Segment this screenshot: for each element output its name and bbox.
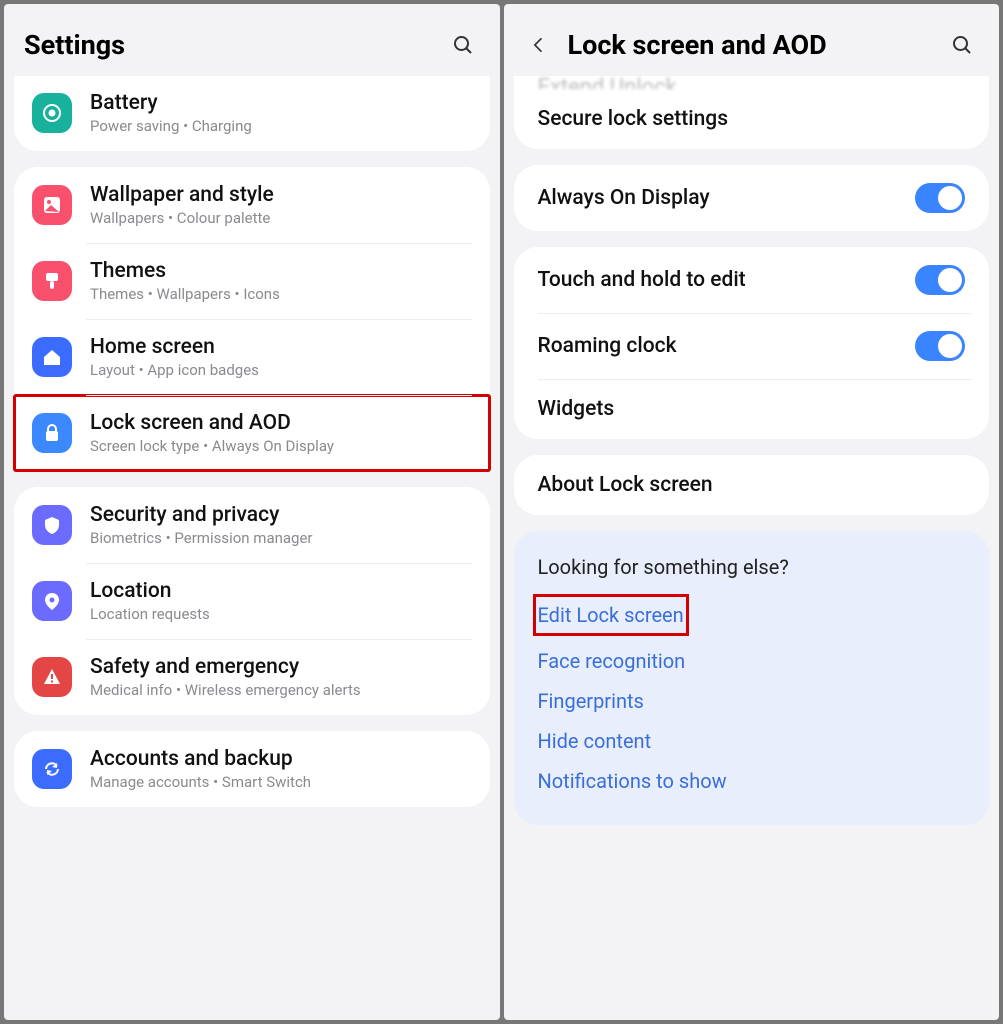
settings-group: Security and privacy Biometrics • Permiss… [14,487,490,715]
lockscreen-group: About Lock screen [514,455,990,515]
shield-icon [32,505,72,545]
settings-group: Battery Power saving • Charging [14,76,490,151]
item-label: Lock screen and AOD [90,411,472,435]
settings-group: Wallpaper and style Wallpapers • Colour p… [14,167,490,471]
chevron-left-icon [529,35,549,55]
item-text: Battery Power saving • Charging [90,91,472,135]
item-subtitle: Medical info • Wireless emergency alerts [90,681,472,699]
settings-item-wallpaper[interactable]: Wallpaper and style Wallpapers • Colour p… [14,167,490,243]
lockscreen-group: Extend Unlock Secure lock settings [514,76,990,149]
page-title: Lock screen and AOD [568,29,932,61]
lockscreen-item-secure[interactable]: Secure lock settings [514,89,990,149]
item-subtitle: Power saving • Charging [90,117,472,135]
item-text: Secure lock settings [538,107,966,131]
item-text: Lock screen and AOD Screen lock type • Al… [90,411,472,455]
item-text: Themes Themes • Wallpapers • Icons [90,259,472,303]
lockscreen-list: Extend Unlock Secure lock settings Always … [504,76,1000,1020]
item-subtitle: Themes • Wallpapers • Icons [90,285,472,303]
item-text: Touch and hold to edit [538,268,898,292]
suggestion-link-face[interactable]: Face recognition [538,641,966,681]
item-text: Home screen Layout • App icon badges [90,335,472,379]
sync-icon [32,749,72,789]
toggle-touchhold[interactable] [915,265,965,295]
item-text: Accounts and backup Manage accounts • Sma… [90,747,472,791]
image-icon [32,185,72,225]
item-label: Home screen [90,335,472,359]
settings-item-home[interactable]: Home screen Layout • App icon badges [14,319,490,395]
battery-icon [32,93,72,133]
item-label: Safety and emergency [90,655,472,679]
settings-item-battery[interactable]: Battery Power saving • Charging [14,76,490,151]
lock-icon [32,413,72,453]
item-label: Roaming clock [538,334,898,358]
lockscreen-item-touchhold[interactable]: Touch and hold to edit [514,247,990,313]
suggestion-title: Looking for something else? [538,555,966,579]
item-label: Battery [90,91,472,115]
search-icon [451,33,475,57]
lockscreen-item-widgets[interactable]: Widgets [514,379,990,439]
suggestion-link-notif[interactable]: Notifications to show [538,761,966,801]
lockscreen-item-about[interactable]: About Lock screen [514,455,990,515]
item-label: Accounts and backup [90,747,472,771]
settings-item-themes[interactable]: Themes Themes • Wallpapers • Icons [14,243,490,319]
lockscreen-header: Lock screen and AOD [504,4,1000,76]
item-text: Location Location requests [90,579,472,623]
item-text: Roaming clock [538,334,898,358]
settings-item-safety[interactable]: Safety and emergency Medical info • Wirel… [14,639,490,715]
brush-icon [32,261,72,301]
settings-item-security[interactable]: Security and privacy Biometrics • Permiss… [14,487,490,563]
item-label: Always On Display [538,186,898,210]
page-title: Settings [24,29,432,61]
search-icon [950,33,974,57]
settings-item-location[interactable]: Location Location requests [14,563,490,639]
item-subtitle: Screen lock type • Always On Display [90,437,472,455]
item-label: Touch and hold to edit [538,268,898,292]
item-text: About Lock screen [538,473,966,497]
suggestion-link-hide[interactable]: Hide content [538,721,966,761]
item-subtitle: Wallpapers • Colour palette [90,209,472,227]
item-label: Security and privacy [90,503,472,527]
item-text: Security and privacy Biometrics • Permiss… [90,503,472,547]
lockscreen-group: Always On Display [514,165,990,231]
settings-item-lockscreen[interactable]: Lock screen and AOD Screen lock type • Al… [14,395,490,471]
item-text: Safety and emergency Medical info • Wirel… [90,655,472,699]
suggestion-group: Looking for something else? Edit Lock scr… [514,531,990,825]
pin-icon [32,581,72,621]
settings-panel: Settings Battery Power saving • Charging W… [4,4,500,1020]
toggle-roaming[interactable] [915,331,965,361]
back-button[interactable] [524,30,554,60]
settings-group: Accounts and backup Manage accounts • Sma… [14,731,490,807]
item-subtitle: Manage accounts • Smart Switch [90,773,472,791]
item-label: Themes [90,259,472,283]
item-label: Location [90,579,472,603]
search-button[interactable] [446,28,480,62]
item-text: Widgets [538,397,966,421]
item-label: Widgets [538,397,966,421]
settings-header: Settings [4,4,500,76]
item-label: Secure lock settings [538,107,966,131]
alert-icon [32,657,72,697]
search-button[interactable] [945,28,979,62]
lockscreen-item-roaming[interactable]: Roaming clock [514,313,990,379]
toggle-aod[interactable] [915,183,965,213]
lockscreen-item-aod[interactable]: Always On Display [514,165,990,231]
suggestion-link-edit[interactable]: Edit Lock screen [538,599,684,631]
item-subtitle: Layout • App icon badges [90,361,472,379]
item-subtitle: Biometrics • Permission manager [90,529,472,547]
lockscreen-panel: Lock screen and AOD Extend Unlock Secure … [504,4,1000,1020]
cutoff-row: Extend Unlock [514,76,990,89]
item-text: Always On Display [538,186,898,210]
item-label: Wallpaper and style [90,183,472,207]
item-subtitle: Location requests [90,605,472,623]
lockscreen-group: Touch and hold to edit Roaming clock Widge… [514,247,990,439]
suggestion-link-finger[interactable]: Fingerprints [538,681,966,721]
settings-item-accounts[interactable]: Accounts and backup Manage accounts • Sma… [14,731,490,807]
item-text: Wallpaper and style Wallpapers • Colour p… [90,183,472,227]
home-icon [32,337,72,377]
settings-list: Battery Power saving • Charging Wallpaper … [4,76,500,1020]
item-label: About Lock screen [538,473,966,497]
